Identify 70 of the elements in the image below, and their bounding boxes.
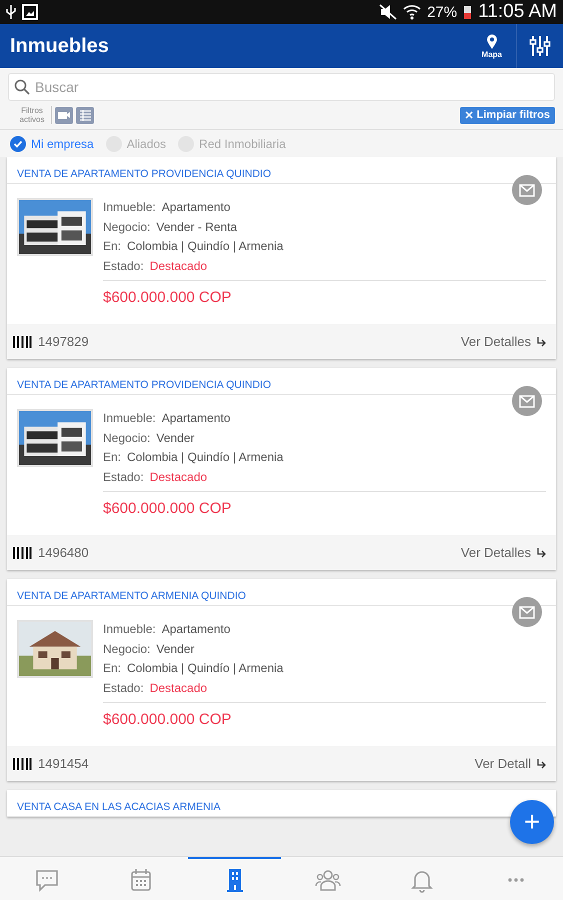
price: $600.000.000 COP: [103, 711, 232, 728]
search-field[interactable]: Buscar: [8, 73, 555, 101]
camera-filter-button[interactable]: [55, 106, 73, 124]
image-icon: [22, 4, 38, 20]
field-value: Vender - Renta: [156, 218, 238, 236]
field-value: Colombia | Quindío | Armenia: [127, 449, 284, 466]
search-icon: [14, 79, 30, 95]
field-value: Destacado: [150, 468, 208, 486]
listing-card[interactable]: VENTA DE APARTAMENTO PROVIDENCIA QUINDIO Inmueble: Apartamento Negocio: Vender - Renta En: Colombia | Quindío | Armenia Estado: Destacado $600.000.000 COP 1497829 Ver Detalles: [7, 157, 556, 359]
barcode-icon: [13, 758, 32, 770]
mail-icon[interactable]: [512, 386, 542, 416]
price: $600.000.000 COP: [103, 289, 232, 306]
price: $600.000.000 COP: [103, 500, 232, 517]
field-label: Inmueble:: [103, 199, 156, 216]
field-label: En:: [103, 238, 122, 255]
listing-title[interactable]: VENTA DE APARTAMENTO PROVIDENCIA QUINDIO: [17, 168, 271, 180]
barcode-icon: [13, 546, 32, 558]
field-value: Destacado: [150, 680, 208, 696]
listing-code: 1491454: [38, 756, 90, 771]
scope-option[interactable]: Mi empresa: [10, 136, 94, 152]
clock: 11:05 AM: [478, 1, 557, 23]
list-icon: [80, 110, 90, 120]
field-label: Inmueble:: [103, 621, 156, 638]
listing-title[interactable]: VENTA CASA EN LAS ACACIAS ARMENIA: [17, 801, 220, 813]
check-icon: [13, 138, 23, 148]
wifi-icon: [403, 4, 422, 20]
listing-code: 1496480: [38, 545, 90, 560]
field-value: Colombia | Quindío | Armenia: [127, 238, 284, 255]
mute-icon: [379, 4, 398, 20]
listing-code: 1497829: [38, 334, 90, 349]
field-value: Colombia | Quindío | Armenia: [127, 660, 284, 677]
field-label: Estado:: [103, 468, 144, 486]
field-label: Negocio:: [103, 640, 150, 658]
field-label: Negocio:: [103, 218, 150, 236]
field-value: Apartamento: [162, 199, 230, 216]
arrow-icon: [536, 336, 546, 346]
field-label: Estado:: [103, 680, 144, 696]
mail-icon[interactable]: [512, 175, 542, 205]
camera-icon: [58, 110, 70, 120]
location-pin-icon: [486, 34, 498, 50]
field-label: Estado:: [103, 258, 144, 274]
field-value: Apartamento: [162, 410, 230, 427]
details-link[interactable]: Ver Detalles: [460, 334, 546, 349]
field-value: Vender: [156, 430, 194, 446]
active-filters-label: Filtros activos: [16, 106, 52, 124]
list-filter-button[interactable]: [76, 106, 94, 124]
field-value: Destacado: [150, 258, 208, 274]
field-label: En:: [103, 660, 122, 677]
field-label: Inmueble:: [103, 410, 156, 427]
battery-icon: [463, 4, 472, 20]
field-label: En:: [103, 449, 122, 466]
sliders-icon: [529, 35, 551, 57]
barcode-icon: [13, 336, 32, 348]
listing-title[interactable]: VENTA DE APARTAMENTO ARMENIA QUINDIO: [17, 590, 246, 602]
arrow-icon: [536, 758, 546, 768]
listing-card[interactable]: VENTA DE APARTAMENTO ARMENIA QUINDIO Inmueble: Apartamento Negocio: Vender En: Colombia | Quindío | Armenia Estado: Destacado $600.000.000 COP 1491454 Ver Detall: [7, 579, 556, 781]
battery-percent: 27%: [427, 4, 458, 20]
field-label: Negocio:: [103, 430, 150, 446]
add-button[interactable]: +: [510, 800, 554, 844]
listing-card[interactable]: VENTA DE APARTAMENTO PROVIDENCIA QUINDIO Inmueble: Apartamento Negocio: Vender En: Colombia | Quindío | Armenia Estado: Destacado $600.000.000 COP 1496480 Ver Detalles: [7, 368, 556, 570]
usb-icon: [6, 4, 16, 20]
field-value: Vender: [156, 640, 194, 658]
arrow-icon: [536, 548, 546, 558]
listing-title[interactable]: VENTA DE APARTAMENTO PROVIDENCIA QUINDIO: [17, 379, 271, 391]
mail-icon[interactable]: [512, 597, 542, 627]
clear-filters-button[interactable]: ✕ Limpiar filtros: [460, 106, 555, 124]
screen-title: Inmuebles: [9, 34, 110, 58]
details-link[interactable]: Ver Detall: [474, 756, 546, 771]
field-value: Apartamento: [162, 621, 230, 638]
details-link[interactable]: Ver Detalles: [460, 545, 546, 560]
